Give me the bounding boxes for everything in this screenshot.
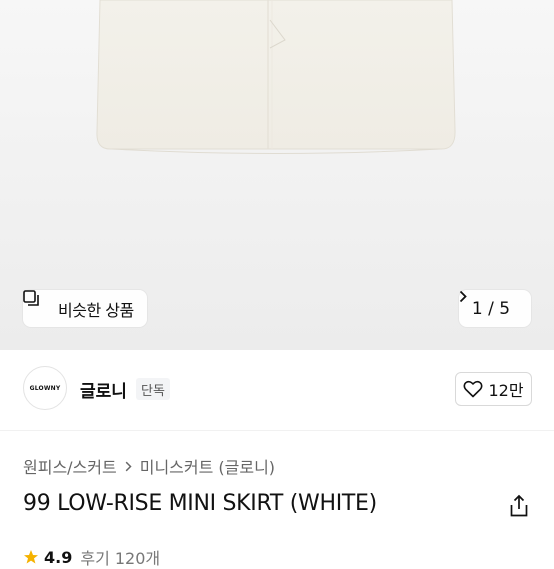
breadcrumb-subcategory[interactable]: 미니스커트 (글로니) bbox=[140, 454, 275, 478]
seller-logo-text: GLOWNY bbox=[29, 384, 61, 392]
share-icon[interactable] bbox=[508, 494, 530, 518]
similar-products-label: 비슷한 상품 bbox=[58, 300, 134, 320]
seller-row: GLOWNY 글로니 단독 12만 bbox=[0, 350, 554, 431]
product-image-carousel[interactable]: 비슷한 상품 1 / 5 bbox=[0, 0, 554, 350]
review-count: 후기 120개 bbox=[80, 549, 161, 568]
heart-icon bbox=[463, 380, 483, 398]
chevron-right-icon bbox=[125, 461, 132, 472]
product-title: 99 LOW-RISE MINI SKIRT (WHITE) bbox=[23, 491, 377, 516]
seller-logo[interactable]: GLOWNY bbox=[23, 366, 67, 410]
like-button[interactable]: 12만 bbox=[455, 372, 532, 406]
similar-products-button[interactable]: 비슷한 상품 bbox=[23, 290, 147, 327]
similar-icon bbox=[23, 290, 51, 317]
image-pager-button[interactable]: 1 / 5 bbox=[459, 290, 531, 327]
seller-name[interactable]: 글로니 bbox=[80, 377, 127, 402]
star-icon bbox=[23, 549, 39, 565]
rating-row[interactable]: 4.9 후기 120개 bbox=[23, 545, 160, 569]
page-indicator: 1 / 5 bbox=[471, 298, 511, 319]
breadcrumb-category[interactable]: 원피스/스커트 bbox=[23, 454, 117, 478]
like-count: 12만 bbox=[488, 381, 524, 400]
breadcrumb: 원피스/스커트 미니스커트 (글로니) bbox=[23, 454, 275, 478]
rating-score: 4.9 bbox=[44, 547, 73, 567]
exclusive-badge: 단독 bbox=[136, 378, 170, 400]
